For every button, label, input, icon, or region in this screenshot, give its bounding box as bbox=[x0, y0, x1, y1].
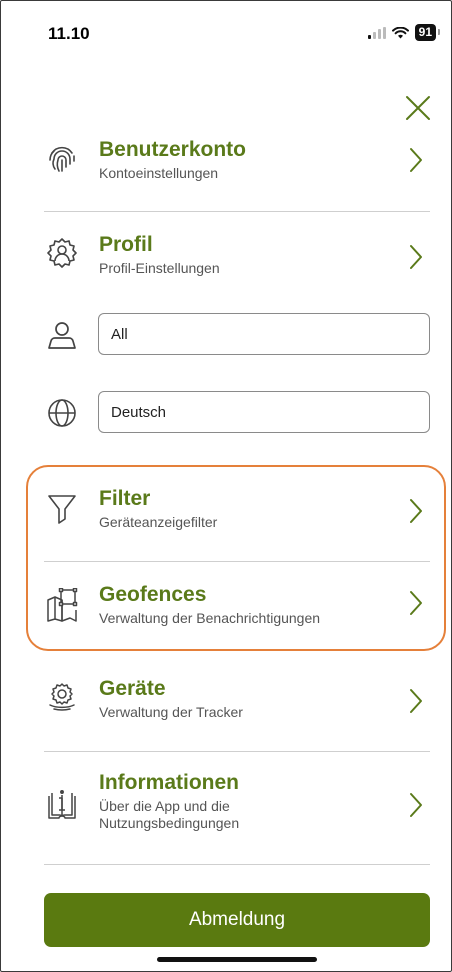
divider bbox=[44, 751, 430, 752]
profile-select-input[interactable] bbox=[98, 313, 430, 355]
account-title: Benutzerkonto bbox=[99, 138, 246, 161]
fingerprint-icon bbox=[44, 140, 80, 176]
menu-item-account[interactable]: Benutzerkonto Kontoeinstellungen bbox=[44, 138, 430, 182]
close-button[interactable] bbox=[400, 90, 436, 126]
chevron-right-icon bbox=[406, 239, 426, 275]
account-subtitle: Kontoeinstellungen bbox=[99, 165, 219, 181]
status-bar: 11.10 91 bbox=[0, 0, 452, 60]
info-title: Informationen bbox=[99, 771, 239, 794]
status-icons: 91 bbox=[367, 24, 441, 41]
chevron-right-icon bbox=[406, 493, 426, 529]
devices-subtitle: Verwaltung der Tracker bbox=[99, 704, 243, 720]
profile-select-row bbox=[44, 313, 430, 357]
menu-item-info[interactable]: Informationen Über die App und die Nutzu… bbox=[44, 771, 430, 835]
device-tracker-icon bbox=[44, 679, 80, 715]
signal-icon bbox=[367, 26, 386, 39]
profile-subtitle: Profil-Einstellungen bbox=[99, 260, 220, 276]
info-book-icon bbox=[44, 787, 80, 823]
geofences-title: Geofences bbox=[99, 583, 207, 606]
wifi-icon bbox=[391, 26, 409, 38]
user-icon bbox=[44, 317, 80, 353]
language-select-input[interactable] bbox=[98, 391, 430, 433]
divider bbox=[44, 864, 430, 865]
logout-button[interactable]: Abmeldung bbox=[44, 893, 430, 947]
globe-icon bbox=[44, 395, 80, 431]
chevron-right-icon bbox=[406, 787, 426, 823]
profile-gear-icon bbox=[44, 235, 80, 271]
chevron-right-icon bbox=[406, 142, 426, 178]
language-select-row bbox=[44, 391, 430, 435]
home-indicator bbox=[157, 957, 317, 962]
geofences-subtitle: Verwaltung der Benachrichtigungen bbox=[99, 610, 321, 626]
profile-title: Profil bbox=[99, 233, 153, 256]
chevron-right-icon bbox=[406, 585, 426, 621]
filter-title: Filter bbox=[99, 487, 151, 510]
menu-item-geofences[interactable]: Geofences Verwaltung der Benachrichtigun… bbox=[44, 583, 430, 627]
info-subtitle-line2: Nutzungsbedingungen bbox=[99, 815, 240, 831]
battery-indicator: 91 bbox=[414, 24, 441, 41]
close-icon bbox=[406, 96, 430, 120]
menu-item-devices[interactable]: Geräte Verwaltung der Tracker bbox=[44, 677, 430, 721]
menu-item-filter[interactable]: Filter Geräteanzeigefilter bbox=[44, 487, 430, 531]
geofence-map-icon bbox=[44, 587, 80, 623]
chevron-right-icon bbox=[406, 683, 426, 719]
divider bbox=[44, 561, 430, 562]
devices-title: Geräte bbox=[99, 677, 166, 700]
divider bbox=[44, 211, 430, 212]
info-subtitle-line1: Über die App und die bbox=[99, 798, 230, 814]
filter-funnel-icon bbox=[44, 491, 80, 527]
status-time: 11.10 bbox=[48, 24, 90, 43]
menu-item-profile[interactable]: Profil Profil-Einstellungen bbox=[44, 233, 430, 277]
filter-subtitle: Geräteanzeigefilter bbox=[99, 514, 218, 530]
